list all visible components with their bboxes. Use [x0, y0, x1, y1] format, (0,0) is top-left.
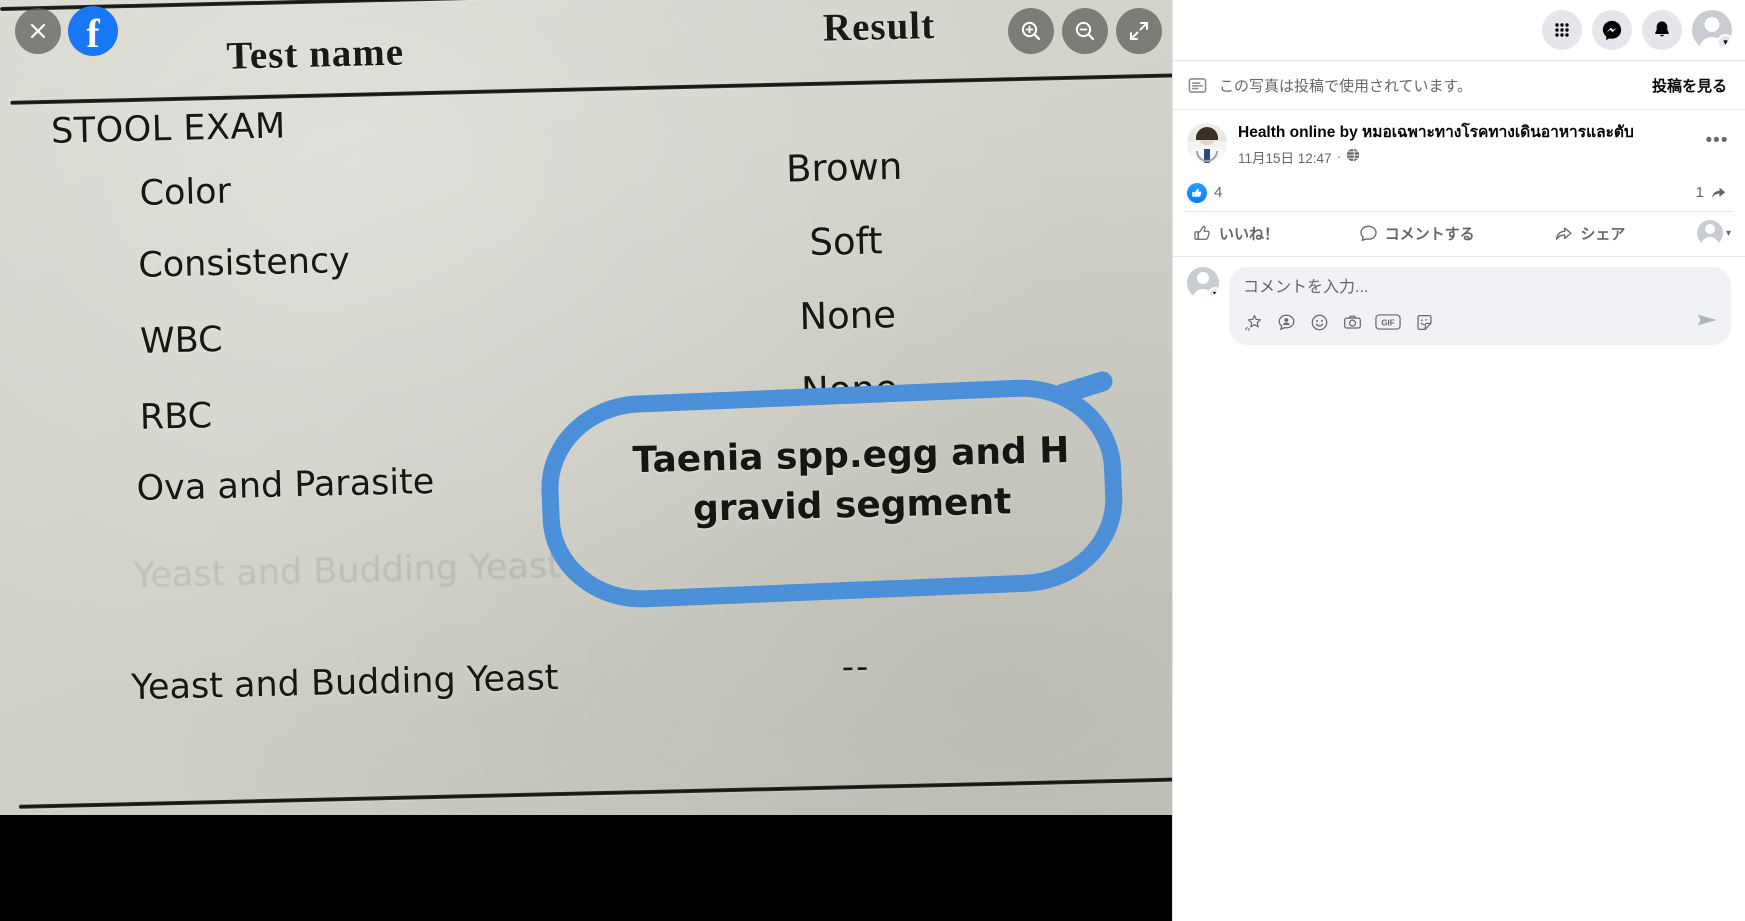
svg-text:GIF: GIF — [1381, 318, 1394, 327]
post-stats: 4 1 — [1173, 177, 1745, 211]
reactions-summary[interactable]: 4 — [1187, 182, 1223, 203]
view-post-link[interactable]: 投稿を見る — [1652, 75, 1727, 96]
zoom-in-icon — [1021, 21, 1041, 41]
messenger-icon — [1602, 20, 1622, 41]
row-label-color: Color — [139, 171, 232, 214]
expand-button[interactable] — [1116, 8, 1162, 54]
post-actions: いいね！ コメントする シェア ▾ — [1185, 210, 1733, 256]
composer-avatar[interactable]: ▾ — [1187, 266, 1219, 299]
like-button-label: いいね！ — [1219, 225, 1280, 243]
post-sidebar: ▾ この写真は投稿で使用されています。 投稿を見る Health online … — [1172, 0, 1745, 921]
emoji-icon[interactable] — [1309, 312, 1329, 332]
sticker-icon[interactable] — [1414, 312, 1434, 332]
shares-summary[interactable]: 1 — [1696, 184, 1727, 201]
row-value-color: Brown — [785, 144, 903, 191]
close-icon — [30, 23, 46, 39]
sidebar-topbar: ▾ — [1173, 0, 1745, 61]
composer-avatar-head — [1197, 271, 1209, 284]
ellipsis-icon: ••• — [1705, 130, 1729, 151]
author-name[interactable]: Health online by หมอเฉพาะทางโรคทางเดินอา… — [1238, 123, 1690, 144]
row-value-yeast: -- — [841, 646, 871, 688]
row-value-consistency: Soft — [808, 219, 883, 265]
account-button[interactable]: ▾ — [1692, 10, 1732, 50]
send-icon — [1697, 314, 1717, 326]
share-button[interactable]: シェア — [1546, 217, 1633, 250]
facebook-icon: f — [86, 11, 100, 56]
share-button-label: シェア — [1580, 225, 1626, 243]
avatar-hair — [1196, 127, 1218, 140]
section-title-stool-exam: STOOL EXAM — [50, 106, 287, 152]
paper-rule-top — [0, 0, 1172, 12]
lab-report-paper: Test name Result STOOL EXAM Color Consis… — [0, 0, 1172, 815]
composer-toolbar: GIF — [1243, 308, 1719, 337]
row-label-yeast: Yeast and Budding Yeast — [130, 658, 559, 709]
photo-used-in-post-notice: この写真は投稿で使用されています。 投稿を見る — [1173, 61, 1745, 110]
author-avatar[interactable] — [1187, 123, 1227, 163]
row-value-wbc: None — [798, 293, 897, 339]
photo-viewer: Test name Result STOOL EXAM Color Consis… — [0, 0, 1172, 921]
zoom-out-button[interactable] — [1062, 8, 1108, 54]
close-button[interactable] — [15, 8, 61, 54]
chevron-down-icon: ▾ — [1725, 227, 1731, 239]
messenger-button[interactable] — [1592, 10, 1632, 50]
comment-input[interactable] — [1243, 276, 1719, 307]
zoom-out-icon — [1075, 21, 1095, 41]
composer-tools: GIF — [1243, 312, 1434, 332]
comment-as-avatar — [1696, 220, 1723, 247]
thumbs-up-icon — [1194, 225, 1210, 240]
share-icon — [1556, 227, 1572, 240]
row-label-ova-and-parasite: Ova and Parasite — [136, 461, 435, 509]
post-note-icon — [1188, 78, 1207, 93]
chevron-down-icon: ▾ — [1208, 286, 1219, 299]
photo-image[interactable]: Test name Result STOOL EXAM Color Consis… — [0, 0, 1172, 815]
paper-rule-header — [10, 72, 1172, 105]
post-timestamp: 11月15日 12:47 — [1238, 150, 1332, 166]
sticker-star-icon[interactable] — [1243, 312, 1263, 332]
post-header: Health online by หมอเฉพาะทางโรคทางเดินอา… — [1173, 110, 1745, 177]
bell-icon — [1655, 21, 1669, 37]
send-button[interactable] — [1695, 308, 1719, 337]
comment-as-selector[interactable]: ▾ — [1696, 220, 1733, 247]
notifications-button[interactable] — [1642, 10, 1682, 50]
share-count: 1 — [1695, 184, 1704, 202]
like-button[interactable]: いいね！ — [1185, 217, 1287, 250]
chevron-down-icon: ▾ — [1717, 34, 1732, 50]
gif-icon[interactable]: GIF — [1375, 312, 1401, 332]
reaction-count: 4 — [1214, 184, 1223, 202]
grid-apps-icon — [1555, 23, 1569, 37]
comment-button-label: コメントする — [1384, 225, 1475, 243]
photo-viewer-page: Test name Result STOOL EXAM Color Consis… — [0, 0, 1745, 921]
share-arrow-icon — [1711, 187, 1726, 199]
expand-icon — [1130, 22, 1148, 40]
zoom-in-button[interactable] — [1008, 8, 1054, 54]
comment-button[interactable]: コメントする — [1351, 217, 1483, 250]
avatar-head — [1704, 17, 1720, 32]
post-more-options-button[interactable]: ••• — [1701, 125, 1733, 157]
column-header-result: Result — [822, 4, 936, 50]
timestamp-separator: · — [1336, 149, 1342, 165]
like-thumb-icon — [1187, 182, 1207, 203]
mini-avatar-head — [1704, 224, 1715, 235]
row-label-wbc: WBC — [139, 319, 224, 362]
post-meta: Health online by หมอเฉพาะทางโรคทางเดินอา… — [1238, 123, 1690, 167]
row-value-ova-and-parasite: Taenia spp.egg and H gravid segment — [632, 429, 1070, 530]
post-timestamp-row: 11月15日 12:47 · — [1238, 147, 1690, 167]
column-header-test-name: Test name — [225, 30, 405, 78]
comment-composer: ▾ コメントを入力... GIF — [1173, 255, 1745, 357]
photo-used-text: この写真は投稿で使用されています。 — [1219, 78, 1473, 95]
avatar-icon[interactable] — [1276, 312, 1296, 332]
globe-icon — [1346, 148, 1360, 165]
mini-avatar-body — [1700, 237, 1719, 247]
facebook-logo-button[interactable]: f — [68, 6, 118, 56]
row-label-rbc: RBC — [139, 396, 213, 438]
row-label-consistency: Consistency — [137, 240, 351, 286]
comment-bubble-icon — [1359, 225, 1377, 241]
comment-input-box[interactable]: GIF — [1229, 266, 1731, 345]
camera-icon[interactable] — [1342, 312, 1362, 332]
paper-rule-bottom — [18, 776, 1172, 809]
ghost-text-yeast: Yeast and Budding Yeast — [133, 546, 562, 597]
apps-grid-button[interactable] — [1542, 10, 1582, 50]
